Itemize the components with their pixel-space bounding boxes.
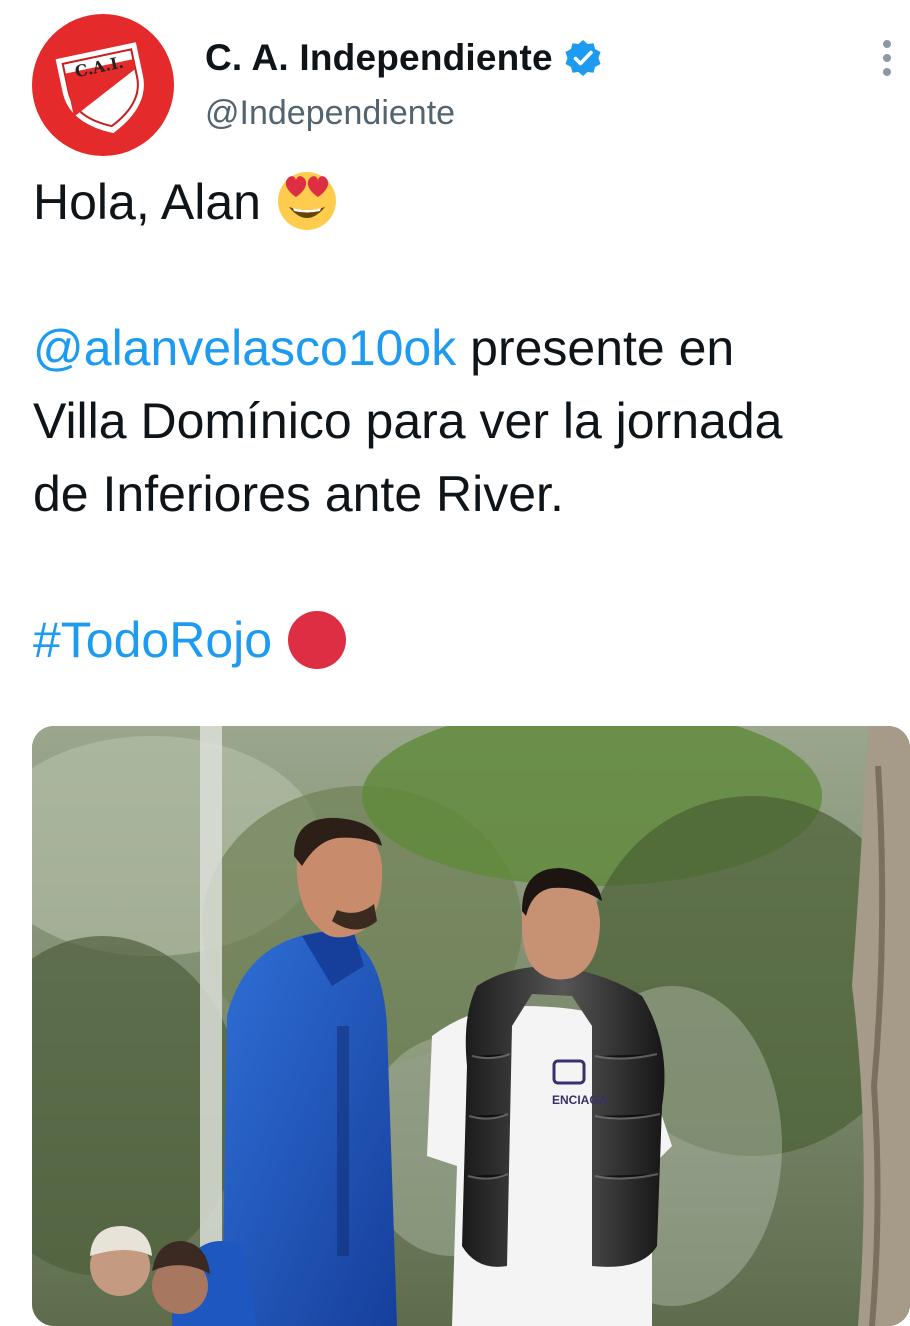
photo-image: ENCIAGA xyxy=(32,726,910,1326)
author-name-row[interactable]: C. A. Independiente xyxy=(205,34,603,82)
account-handle[interactable]: @Independiente xyxy=(205,94,455,133)
red-circle-emoji xyxy=(288,611,347,669)
tweet-line3: Villa Domínico para ver la jornada xyxy=(33,393,783,449)
smiling-face-with-heart-eyes-emoji xyxy=(277,172,336,230)
mention-link[interactable]: @alanvelasco10ok xyxy=(33,320,456,376)
display-name[interactable]: C. A. Independiente xyxy=(205,37,553,79)
tweet-line2: presente en xyxy=(456,320,735,376)
more-options-icon[interactable] xyxy=(872,36,902,80)
tweet-line4: de Inferiores ante River. xyxy=(33,466,564,522)
shirt-print-text: ENCIAGA xyxy=(552,1093,608,1107)
verified-badge-icon xyxy=(565,40,601,76)
hashtag-link[interactable]: #TodoRojo xyxy=(33,612,272,668)
tweet-greeting: Hola, Alan xyxy=(33,174,261,230)
profile-avatar[interactable]: C.A.I. xyxy=(32,14,174,156)
tweet-text: Hola, Alan @alanvelasco10ok presente en … xyxy=(33,166,893,677)
club-crest-icon: C.A.I. xyxy=(55,42,144,134)
tweet-photo[interactable]: ENCIAGA xyxy=(32,726,910,1326)
